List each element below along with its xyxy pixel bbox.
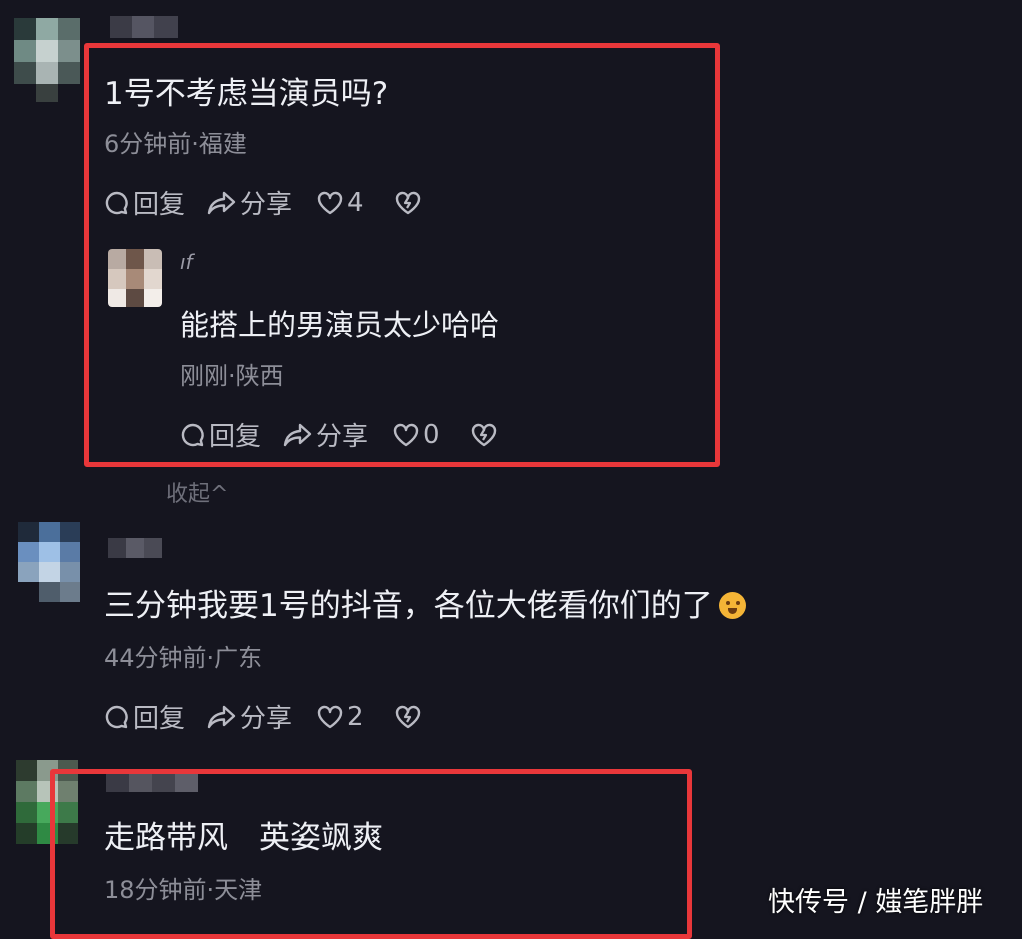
username-blurred[interactable] bbox=[108, 538, 162, 558]
dislike-button[interactable] bbox=[394, 190, 422, 216]
share-arrow-icon bbox=[283, 423, 312, 446]
heart-icon bbox=[317, 705, 343, 728]
reply-button[interactable]: 回复 bbox=[104, 184, 185, 221]
comment-meta: 44分钟前·广东 bbox=[104, 644, 263, 672]
like-button[interactable]: 4 bbox=[316, 188, 364, 218]
comment-actions: 回复 分享 2 bbox=[104, 698, 422, 735]
share-arrow-icon bbox=[207, 191, 236, 214]
comment-bubble-icon bbox=[181, 423, 204, 446]
like-count: 2 bbox=[347, 701, 364, 732]
comment-actions: 回复 分享 4 bbox=[104, 184, 422, 221]
share-button[interactable]: 分享 bbox=[207, 184, 292, 221]
yawn-emoji-icon bbox=[718, 592, 746, 619]
comment-bubble-icon bbox=[105, 705, 128, 728]
reply-actions: 回复 分享 0 bbox=[180, 416, 498, 453]
broken-heart-icon bbox=[395, 191, 420, 214]
reply-button[interactable]: 回复 bbox=[104, 698, 185, 735]
reply-avatar[interactable] bbox=[108, 249, 162, 307]
reply-username[interactable]: ıf bbox=[180, 250, 193, 274]
share-button[interactable]: 分享 bbox=[207, 698, 292, 735]
comment-meta: 18分钟前·天津 bbox=[104, 876, 263, 904]
comment-bubble-icon bbox=[105, 191, 128, 214]
dislike-button[interactable] bbox=[470, 422, 498, 448]
share-label: 分享 bbox=[240, 704, 293, 734]
share-button[interactable]: 分享 bbox=[283, 416, 368, 453]
comment-text: 三分钟我要1号的抖音，各位大佬看你们的了 bbox=[104, 586, 746, 626]
like-button[interactable]: 0 bbox=[392, 420, 440, 450]
comment-text: 1号不考虑当演员吗? bbox=[104, 76, 389, 112]
share-arrow-icon bbox=[207, 705, 236, 728]
comment-text: 走路带风 英姿飒爽 bbox=[104, 820, 383, 856]
share-label: 分享 bbox=[240, 190, 293, 220]
reply-text: 能搭上的男演员太少哈哈 bbox=[180, 308, 500, 342]
comment-meta: 6分钟前·福建 bbox=[104, 130, 247, 158]
comment-text-content: 三分钟我要1号的抖音，各位大佬看你们的了 bbox=[104, 588, 713, 624]
broken-heart-icon bbox=[471, 423, 496, 446]
avatar[interactable] bbox=[18, 522, 80, 602]
heart-icon bbox=[393, 423, 419, 446]
reply-label: 回复 bbox=[133, 190, 186, 220]
reply-button[interactable]: 回复 bbox=[180, 416, 261, 453]
username-blurred[interactable] bbox=[110, 16, 178, 38]
like-button[interactable]: 2 bbox=[316, 702, 364, 732]
like-count: 0 bbox=[423, 419, 440, 450]
avatar[interactable] bbox=[14, 18, 80, 102]
reply-label: 回复 bbox=[209, 422, 262, 452]
heart-icon bbox=[317, 191, 343, 214]
broken-heart-icon bbox=[395, 705, 420, 728]
reply-meta: 刚刚·陕西 bbox=[180, 362, 284, 390]
watermark: 快传号 / 媸笔胖胖 bbox=[768, 887, 984, 918]
collapse-replies-button[interactable]: 收起^ bbox=[166, 476, 228, 508]
dislike-button[interactable] bbox=[394, 704, 422, 730]
like-count: 4 bbox=[347, 187, 364, 218]
share-label: 分享 bbox=[316, 422, 369, 452]
reply-label: 回复 bbox=[133, 704, 186, 734]
